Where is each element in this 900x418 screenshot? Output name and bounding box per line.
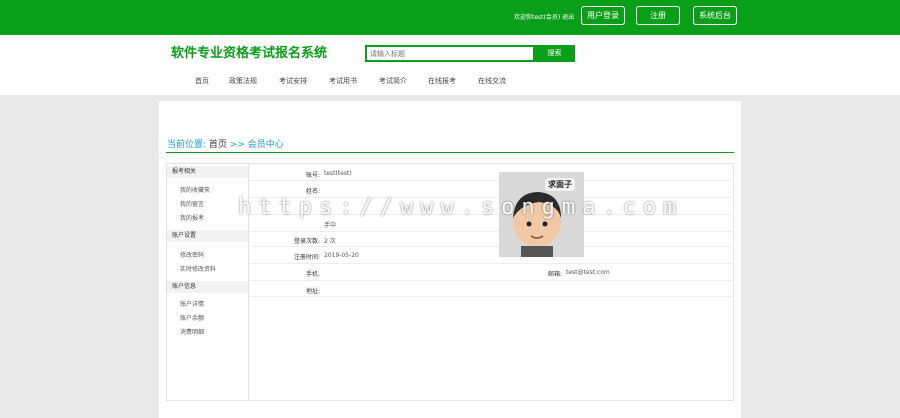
row-divider xyxy=(250,296,734,297)
sidebar-group-account-info: 账户信息 xyxy=(167,281,248,293)
sidebar-item-edit-profile[interactable]: 实时修改资料 xyxy=(180,264,216,273)
email-label: 邮箱: xyxy=(547,271,562,278)
avatar-caption: 求面子 xyxy=(545,178,575,191)
reg-time-label: 注册时间: xyxy=(293,254,320,261)
phone-label: 手机: xyxy=(305,271,320,278)
sidebar-item-favorites[interactable]: 我的收藏夹 xyxy=(180,185,210,194)
nav-intro[interactable]: 考试简介 xyxy=(379,76,407,86)
id-value: 手中 xyxy=(324,222,337,229)
nav-policy[interactable]: 政策法规 xyxy=(229,76,257,86)
sidebar-item-messages[interactable]: 我的留言 xyxy=(180,199,204,208)
admin-button[interactable]: 系统后台 xyxy=(693,6,737,25)
row-divider xyxy=(250,280,734,281)
sidebar-item-account-details[interactable]: 账户详情 xyxy=(180,299,204,308)
breadcrumb-separator: >> xyxy=(226,140,248,150)
breadcrumb-prefix: 当前位置: xyxy=(167,140,207,150)
email-value: test@test.com xyxy=(566,269,610,276)
search-button[interactable]: 搜索 xyxy=(534,45,575,62)
address-label: 地址: xyxy=(305,288,320,295)
breadcrumb-current: 会员中心 xyxy=(247,140,284,150)
nav-forum[interactable]: 在线交流 xyxy=(478,76,506,86)
breadcrumb-divider xyxy=(166,152,734,153)
search-input[interactable] xyxy=(365,45,535,62)
breadcrumb: 当前位置: 首页 >> 会员中心 xyxy=(167,137,284,150)
site-header: 软件专业资格考试报名系统 搜索 首页 政策法规 考试安排 考试用书 考试简介 在… xyxy=(0,35,900,95)
sidebar-item-my-exams[interactable]: 我的报考 xyxy=(180,213,204,222)
watermark-text: https://www.songma.com xyxy=(238,195,684,220)
nav-apply[interactable]: 在线报考 xyxy=(428,76,456,86)
nav-home[interactable]: 首页 xyxy=(195,76,209,86)
row-divider xyxy=(250,180,734,181)
nav-schedule[interactable]: 考试安排 xyxy=(279,76,307,86)
sidebar-group-exam: 报考相关 xyxy=(167,166,248,178)
sidebar-item-change-password[interactable]: 修改密码 xyxy=(180,250,204,259)
account-value: test(test) xyxy=(324,170,352,177)
name-label: 姓名: xyxy=(305,188,320,195)
sidebar-group-account-settings: 账户设置 xyxy=(167,230,248,242)
login-count-label: 登录次数: xyxy=(293,238,320,245)
login-count-value: 2 次 xyxy=(324,238,336,245)
site-title: 软件专业资格考试报名系统 xyxy=(171,46,328,61)
sidebar-item-consumption[interactable]: 消费明细 xyxy=(180,327,204,336)
row-divider xyxy=(250,263,734,264)
reg-time-value: 2019-05-20 xyxy=(324,252,359,259)
user-login-button[interactable]: 用户登录 xyxy=(581,6,625,25)
register-button[interactable]: 注册 xyxy=(636,6,680,25)
sidebar-item-balance[interactable]: 账户余额 xyxy=(180,313,204,322)
top-bar: 欢迎你test(会员) 退出 xyxy=(0,0,900,35)
row-divider xyxy=(250,246,734,247)
welcome-text[interactable]: 欢迎你test(会员) 退出 xyxy=(514,12,574,21)
row-divider xyxy=(250,231,734,232)
breadcrumb-home[interactable]: 首页 xyxy=(209,140,227,150)
account-label: 账号: xyxy=(305,172,320,179)
nav-books[interactable]: 考试用书 xyxy=(329,76,357,86)
